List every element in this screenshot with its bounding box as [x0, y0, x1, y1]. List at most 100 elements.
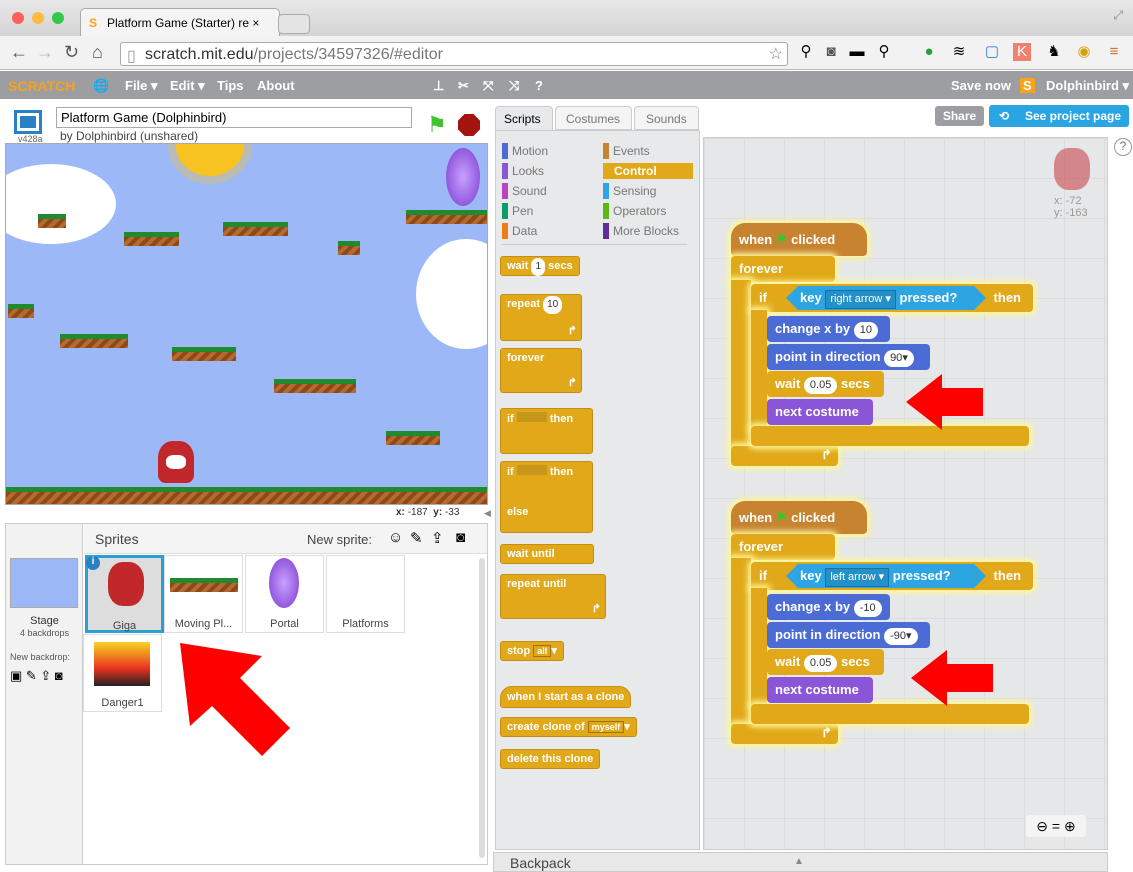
fullscreen-icon[interactable]: ⤢ [1113, 8, 1123, 23]
palette-if-then-block[interactable]: if then [500, 408, 593, 454]
palette-repeat-until-block[interactable]: repeat until ↱ [500, 574, 606, 619]
zoom-out-icon[interactable]: ⊖ [1036, 818, 1048, 834]
tab-scripts[interactable]: Scripts [495, 106, 553, 131]
when-flag-clicked-block[interactable]: when ⚑ clicked [731, 501, 867, 534]
palette-create-clone-block[interactable]: create clone of myself ▾ [500, 717, 637, 737]
browser-tab[interactable]: S Platform Game (Starter) re × [80, 8, 280, 36]
back-icon[interactable]: ← [10, 42, 28, 63]
tab-costumes[interactable]: Costumes [555, 106, 632, 130]
close-window-button[interactable] [12, 12, 24, 24]
ninja-icon[interactable]: ♞ [1045, 43, 1063, 61]
forever-block[interactable]: forever [731, 534, 835, 560]
category-events[interactable]: Events [603, 143, 650, 159]
forward-icon[interactable]: → [36, 42, 54, 63]
category-control[interactable]: Control [603, 163, 693, 179]
reload-icon[interactable]: ↻ [64, 42, 79, 63]
key-dropdown[interactable]: right arrow ▾ [825, 290, 896, 309]
user-menu[interactable]: Dolphinbird ▾ [1046, 78, 1129, 94]
close-tab-icon[interactable]: × [252, 16, 259, 30]
forever-block[interactable]: forever [731, 256, 835, 282]
palette-stop-block[interactable]: stop all ▾ [500, 641, 564, 661]
key-pressed-block[interactable]: key left arrow ▾ pressed? [786, 564, 986, 588]
category-sound[interactable]: Sound [502, 183, 547, 199]
wait-block[interactable]: wait 0.05 secs [767, 371, 884, 397]
buffer-icon[interactable]: ≋ [950, 43, 968, 61]
share-button[interactable]: Share [935, 106, 984, 126]
grow-icon[interactable]: ⤧ [483, 78, 493, 94]
direction-dropdown[interactable]: -90▾ [884, 628, 918, 645]
upload-icon[interactable]: ⇪ [431, 529, 444, 547]
camera-icon[interactable]: ◙ [456, 529, 465, 546]
cut-scissors-icon[interactable]: ✂ [458, 78, 469, 94]
project-title-input[interactable]: Platform Game (Dolphinbird) [56, 107, 412, 128]
palette-repeat-block[interactable]: repeat 10 ↱ [500, 294, 582, 341]
sprite-library-icon[interactable]: ☺ [388, 529, 403, 546]
menu-about[interactable]: About [257, 78, 295, 93]
key-pressed-block[interactable]: key right arrow ▾ pressed? [786, 286, 986, 310]
tab-sounds[interactable]: Sounds [634, 106, 699, 130]
palette-clone-hat-block[interactable]: when I start as a clone [500, 686, 632, 708]
mask-icon[interactable]: ▬ [848, 43, 866, 61]
category-looks[interactable]: Looks [502, 163, 544, 179]
info-icon[interactable]: i [86, 556, 100, 570]
point-direction-block[interactable]: point in direction -90▾ [767, 622, 930, 648]
tips-help-button[interactable]: ? [1114, 138, 1132, 156]
sprite-tile-moving-platform[interactable]: Moving Pl... [164, 555, 243, 633]
sprites-scrollbar[interactable] [479, 558, 485, 858]
hangouts-icon[interactable]: ● [920, 43, 938, 61]
shrink-icon[interactable]: ⤨ [509, 78, 519, 94]
home-icon[interactable]: ⌂ [92, 42, 103, 63]
user-avatar[interactable]: S [1020, 78, 1035, 93]
category-more-blocks[interactable]: More Blocks [603, 223, 679, 239]
next-costume-block[interactable]: next costume [767, 399, 873, 425]
category-sensing[interactable]: Sensing [603, 183, 656, 199]
eye-icon[interactable]: ◉ [1075, 43, 1093, 61]
menu-file[interactable]: File ▾ [125, 78, 158, 94]
extension-key2-icon[interactable]: ⚲ [875, 43, 893, 61]
presentation-mode-button[interactable] [14, 110, 42, 134]
klout-icon[interactable]: K [1013, 43, 1031, 61]
palette-wait-until-block[interactable]: wait until [500, 544, 594, 564]
palette-forever-block[interactable]: forever ↱ [500, 348, 582, 393]
expand-backpack-icon[interactable]: ▲ [794, 856, 804, 867]
backpack-bar[interactable]: Backpack ▲ [493, 852, 1108, 872]
green-flag-button[interactable]: ⚑ [427, 112, 447, 138]
stop-button[interactable] [458, 114, 480, 136]
when-flag-clicked-block[interactable]: when ⚑ clicked [731, 223, 867, 256]
language-globe-icon[interactable]: 🌐 [93, 78, 109, 94]
pocket-icon[interactable]: ◙ [822, 43, 840, 61]
screenshot-icon[interactable]: ▢ [983, 43, 1001, 61]
category-operators[interactable]: Operators [603, 203, 666, 219]
next-costume-block[interactable]: next costume [767, 677, 873, 703]
save-now-button[interactable]: Save now [951, 78, 1011, 93]
change-x-block[interactable]: change x by 10 [767, 316, 890, 342]
palette-wait-block[interactable]: wait 1 secs [500, 256, 580, 276]
menu-tips[interactable]: Tips [217, 78, 244, 93]
category-data[interactable]: Data [502, 223, 537, 239]
palette-delete-clone-block[interactable]: delete this clone [500, 749, 601, 769]
palette-if-else-block[interactable]: if then else [500, 461, 593, 533]
category-motion[interactable]: Motion [502, 143, 548, 159]
maximize-window-button[interactable] [52, 12, 64, 24]
giga-sprite[interactable] [158, 441, 194, 483]
zoom-in-icon[interactable]: ⊕ [1064, 818, 1076, 834]
point-direction-block[interactable]: point in direction 90▾ [767, 344, 930, 370]
paint-brush-icon[interactable]: ✎ [410, 529, 423, 547]
zoom-reset-icon[interactable]: = [1052, 818, 1060, 834]
stage-canvas[interactable] [5, 143, 488, 505]
portal-sprite[interactable] [446, 148, 480, 206]
stage-thumbnail[interactable] [10, 558, 78, 608]
category-pen[interactable]: Pen [502, 203, 533, 219]
extension-key-icon[interactable]: ⚲ [797, 43, 815, 61]
duplicate-stamp-icon[interactable]: ⊥ [433, 78, 444, 94]
see-project-page-button[interactable]: ⟲ See project page [989, 105, 1129, 127]
scratch-logo[interactable]: SCRATCH [8, 78, 75, 94]
menu-icon[interactable]: ≡ [1105, 43, 1123, 61]
key-dropdown[interactable]: left arrow ▾ [825, 568, 889, 587]
new-tab-button[interactable] [278, 14, 310, 34]
menu-edit[interactable]: Edit ▾ [170, 78, 205, 94]
help-icon[interactable]: ? [535, 78, 543, 93]
bookmark-star-icon[interactable]: ☆ [769, 44, 783, 64]
sprite-tile-platforms[interactable]: Platforms [326, 555, 405, 633]
collapse-stage-icon[interactable]: ◀ [484, 508, 491, 519]
